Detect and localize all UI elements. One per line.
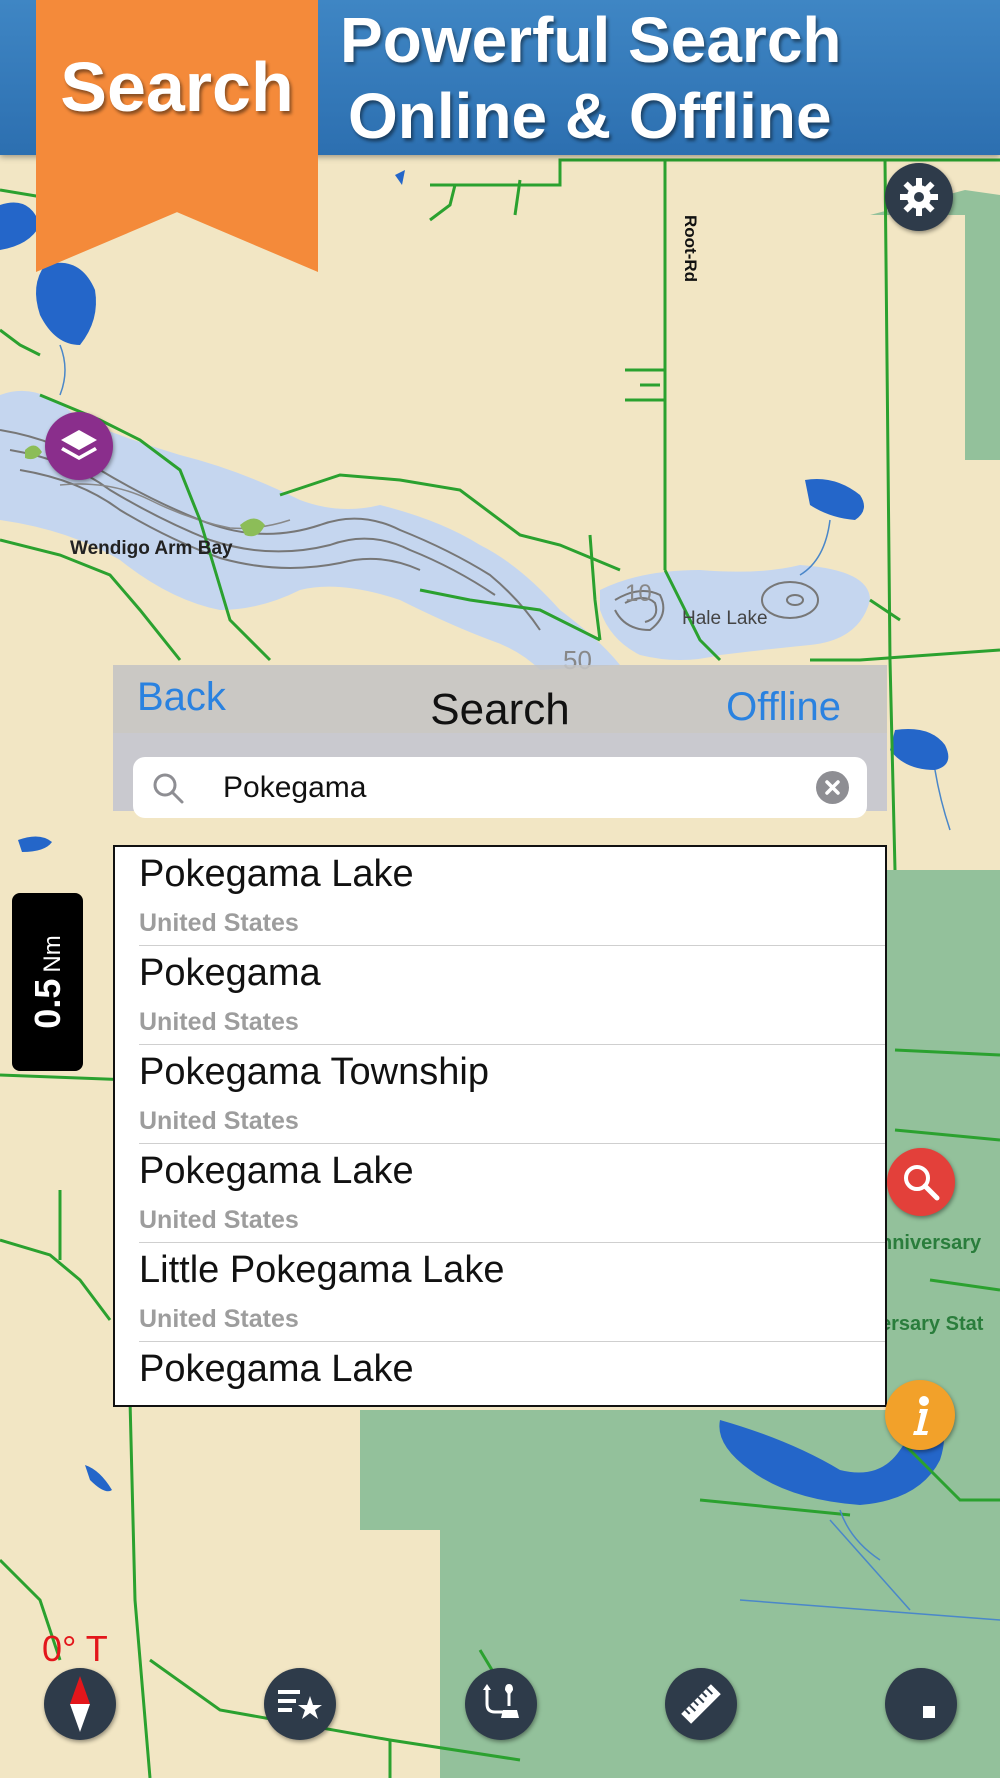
result-title: Pokegama — [139, 952, 321, 994]
measure-button[interactable] — [665, 1668, 737, 1740]
scale-label: 0.5 Nm — [27, 935, 69, 1028]
search-result-item[interactable]: Pokegama Township United States — [115, 1045, 885, 1144]
scale-value: 0.5 — [26, 978, 68, 1029]
record-button[interactable] — [885, 1668, 957, 1740]
result-subtitle: United States — [139, 909, 299, 937]
magnifier-icon — [904, 1165, 940, 1201]
search-panel-header: Back Search Offline — [113, 665, 887, 734]
ruler-icon — [681, 1684, 721, 1724]
favorites-button[interactable] — [264, 1668, 336, 1740]
result-title: Pokegama Township — [139, 1051, 489, 1093]
route-button[interactable] — [465, 1668, 537, 1740]
result-title: Pokegama Lake — [139, 853, 414, 895]
stop-icon — [923, 1706, 935, 1718]
map-label-anniversary: ersary Stat — [880, 1313, 984, 1335]
compass-icon — [70, 1676, 90, 1732]
settings-button[interactable] — [885, 163, 953, 231]
info-button[interactable] — [885, 1380, 955, 1450]
close-icon — [825, 780, 840, 795]
search-input[interactable] — [221, 765, 785, 811]
search-result-item[interactable]: Pokegama Lake United States — [115, 1144, 885, 1243]
scale-unit: Nm — [38, 935, 66, 973]
result-title: Little Pokegama Lake — [139, 1249, 505, 1291]
result-subtitle: United States — [139, 1305, 299, 1333]
search-result-item[interactable]: Little Pokegama Lake United States — [115, 1243, 885, 1342]
map-label-contour: 10 — [625, 580, 652, 607]
compass-button[interactable] — [44, 1668, 116, 1740]
banner-headline-2: Online & Offline — [348, 80, 832, 152]
ribbon-label: Search — [60, 48, 294, 126]
map-label-anniversary: nniversary — [880, 1232, 982, 1254]
map-search-button[interactable] — [887, 1148, 955, 1216]
result-subtitle: United States — [139, 1008, 299, 1036]
map-label-bay: Wendigo Arm Bay — [70, 538, 233, 559]
map-label-road: Root-Rd — [681, 215, 700, 283]
search-results-list: Pokegama Lake United States Pokegama Uni… — [113, 845, 887, 1407]
search-result-item[interactable]: Pokegama United States — [115, 946, 885, 1045]
search-field[interactable] — [133, 757, 867, 818]
result-title: Pokegama Lake — [139, 1150, 414, 1192]
map-label-lake: Hale Lake — [682, 608, 768, 629]
offline-button[interactable]: Offline — [726, 685, 841, 730]
result-title: Pokegama Lake — [139, 1348, 414, 1390]
heading-indicator: 0° T — [42, 1628, 108, 1669]
search-result-item[interactable]: Pokegama Lake — [115, 1342, 885, 1405]
layers-button[interactable] — [45, 412, 113, 480]
search-result-item[interactable]: Pokegama Lake United States — [115, 847, 885, 946]
result-subtitle: United States — [139, 1107, 299, 1135]
route-icon — [483, 1684, 519, 1718]
layers-icon — [61, 430, 97, 460]
result-subtitle: United States — [139, 1206, 299, 1234]
gear-icon — [900, 178, 938, 216]
clear-search-button[interactable] — [816, 771, 849, 804]
info-icon — [913, 1396, 929, 1435]
banner-headline-1: Powerful Search — [340, 4, 842, 76]
favorites-list-icon — [278, 1690, 322, 1719]
search-icon — [153, 773, 184, 804]
search-panel: Back Search Offline Pokegama Lake United… — [113, 665, 887, 1411]
scale-bar: 0.5 Nm — [12, 893, 83, 1071]
